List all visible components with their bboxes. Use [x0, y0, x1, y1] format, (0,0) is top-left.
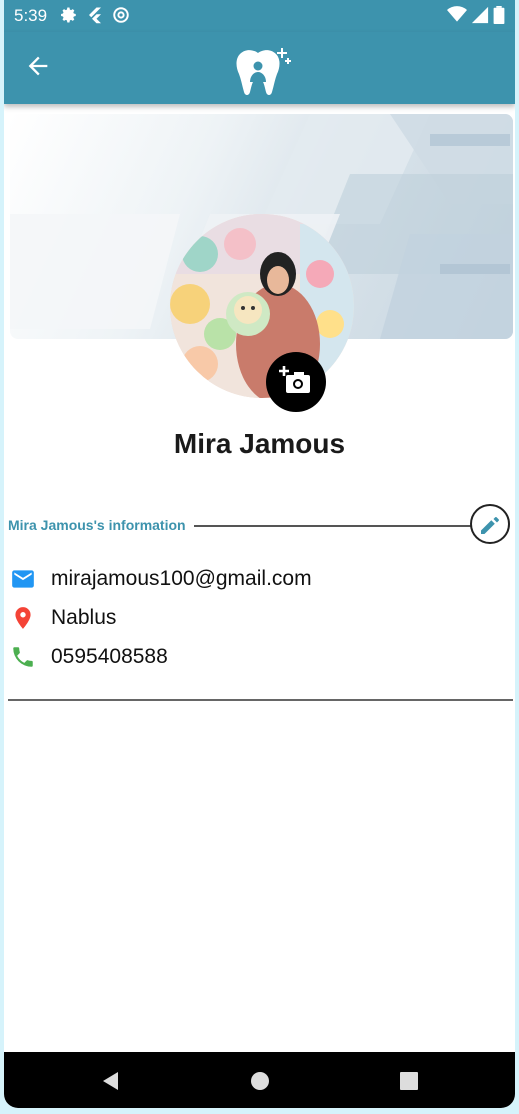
phone-icon: [13, 647, 33, 667]
location-text: Nablus: [51, 606, 117, 629]
info-bottom-divider: [8, 699, 513, 701]
gear-icon: [61, 7, 76, 23]
info-section-title: Mira Jamous's information: [8, 517, 190, 533]
email-text: mirajamous100@gmail.com: [51, 567, 312, 590]
change-photo-button[interactable]: [266, 352, 326, 412]
back-triangle-icon[interactable]: [100, 1070, 122, 1092]
arrow-left-icon[interactable]: [24, 52, 52, 80]
wifi-icon: [447, 6, 467, 22]
status-icons-right: [447, 6, 505, 24]
profile-photo: [170, 214, 354, 398]
app-bar: [4, 32, 515, 104]
tooth-person-logo: [236, 48, 291, 95]
flutter-icon: [89, 7, 101, 24]
profile-photo-image: [170, 214, 354, 398]
home-circle-icon[interactable]: [249, 1070, 271, 1092]
section-divider-line: [194, 525, 474, 527]
profile-name: Mira Jamous: [173, 428, 346, 459]
status-time: 5:39: [14, 6, 48, 25]
at-sign-icon: [113, 7, 129, 23]
location-pin-icon: [15, 607, 31, 629]
status-bar: 5:39: [4, 0, 515, 32]
signal-icon: [471, 6, 489, 24]
status-icons-left: [60, 6, 130, 24]
pencil-icon: [481, 517, 499, 534]
battery-icon: [493, 6, 505, 24]
system-nav-bar: [4, 1052, 515, 1108]
email-icon: [12, 570, 34, 588]
phone-text: 0595408588: [51, 645, 168, 668]
screen: 5:39 Mira Jamous Mira Jamous's informati…: [4, 0, 515, 1108]
info-row-phone: 0595408588: [10, 642, 168, 672]
add-photo-camera-icon: [279, 366, 310, 393]
info-row-email: mirajamous100@gmail.com: [10, 564, 312, 594]
info-row-location: Nablus: [10, 603, 116, 633]
recents-square-icon[interactable]: [398, 1070, 420, 1092]
edit-info-button[interactable]: [470, 504, 510, 544]
